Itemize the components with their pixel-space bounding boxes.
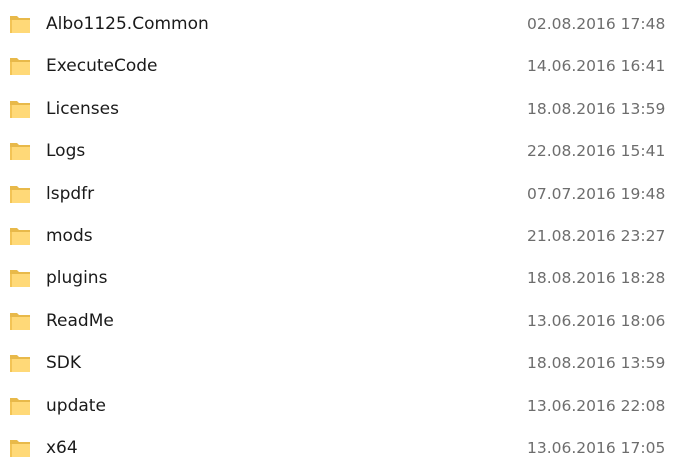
folder-name: Licenses xyxy=(46,98,119,119)
date-modified: 18.08.2016 18:28 xyxy=(527,269,666,288)
date-modified: 07.07.2016 19:48 xyxy=(527,184,666,203)
folder-row[interactable]: ExecuteCode 14.06.2016 16:41 xyxy=(0,45,698,87)
folder-icon xyxy=(9,267,31,288)
date-modified: 18.08.2016 13:59 xyxy=(527,354,666,373)
file-list: Albo1125.Common 02.08.2016 17:48 Execute… xyxy=(0,3,698,469)
folder-name: update xyxy=(46,395,106,416)
folder-name: x64 xyxy=(46,437,78,458)
folder-icon xyxy=(9,13,31,34)
folder-name: SDK xyxy=(46,353,82,374)
folder-name: Albo1125.Common xyxy=(46,14,209,34)
date-modified: 13.06.2016 17:05 xyxy=(527,438,666,457)
folder-name: lspdfr xyxy=(46,183,95,204)
folder-row[interactable]: Licenses 18.08.2016 13:59 xyxy=(0,88,698,130)
folder-row[interactable]: Logs 22.08.2016 15:41 xyxy=(0,130,698,172)
folder-row[interactable]: update 13.06.2016 22:08 xyxy=(0,385,698,427)
folder-row[interactable]: plugins 18.08.2016 18:28 xyxy=(0,257,698,299)
folder-row[interactable]: Albo1125.Common 02.08.2016 17:48 xyxy=(0,3,698,45)
folder-name: ReadMe xyxy=(46,310,114,331)
date-modified: 22.08.2016 15:41 xyxy=(527,142,666,161)
date-modified: 13.06.2016 18:06 xyxy=(527,311,666,330)
folder-name: mods xyxy=(46,225,93,246)
folder-icon xyxy=(9,183,31,204)
folder-name: plugins xyxy=(46,268,108,289)
date-modified: 18.08.2016 13:59 xyxy=(527,99,666,118)
folder-icon xyxy=(9,140,31,161)
folder-row[interactable]: mods 21.08.2016 23:27 xyxy=(0,215,698,257)
folder-name: ExecuteCode xyxy=(46,56,158,77)
folder-icon xyxy=(9,55,31,76)
date-modified: 14.06.2016 16:41 xyxy=(527,57,666,76)
folder-icon xyxy=(9,395,31,416)
folder-row[interactable]: SDK 18.08.2016 13:59 xyxy=(0,342,698,384)
folder-row[interactable]: lspdfr 07.07.2016 19:48 xyxy=(0,173,698,215)
folder-icon xyxy=(9,310,31,331)
folder-name: Logs xyxy=(46,141,86,162)
date-modified: 13.06.2016 22:08 xyxy=(527,396,666,415)
folder-row[interactable]: x64 13.06.2016 17:05 xyxy=(0,427,698,469)
folder-row[interactable]: ReadMe 13.06.2016 18:06 xyxy=(0,300,698,342)
folder-icon xyxy=(9,98,31,119)
folder-icon xyxy=(9,225,31,246)
date-modified: 02.08.2016 17:48 xyxy=(527,15,666,33)
folder-icon xyxy=(9,352,31,373)
folder-icon xyxy=(9,437,31,458)
date-modified: 21.08.2016 23:27 xyxy=(527,226,666,245)
